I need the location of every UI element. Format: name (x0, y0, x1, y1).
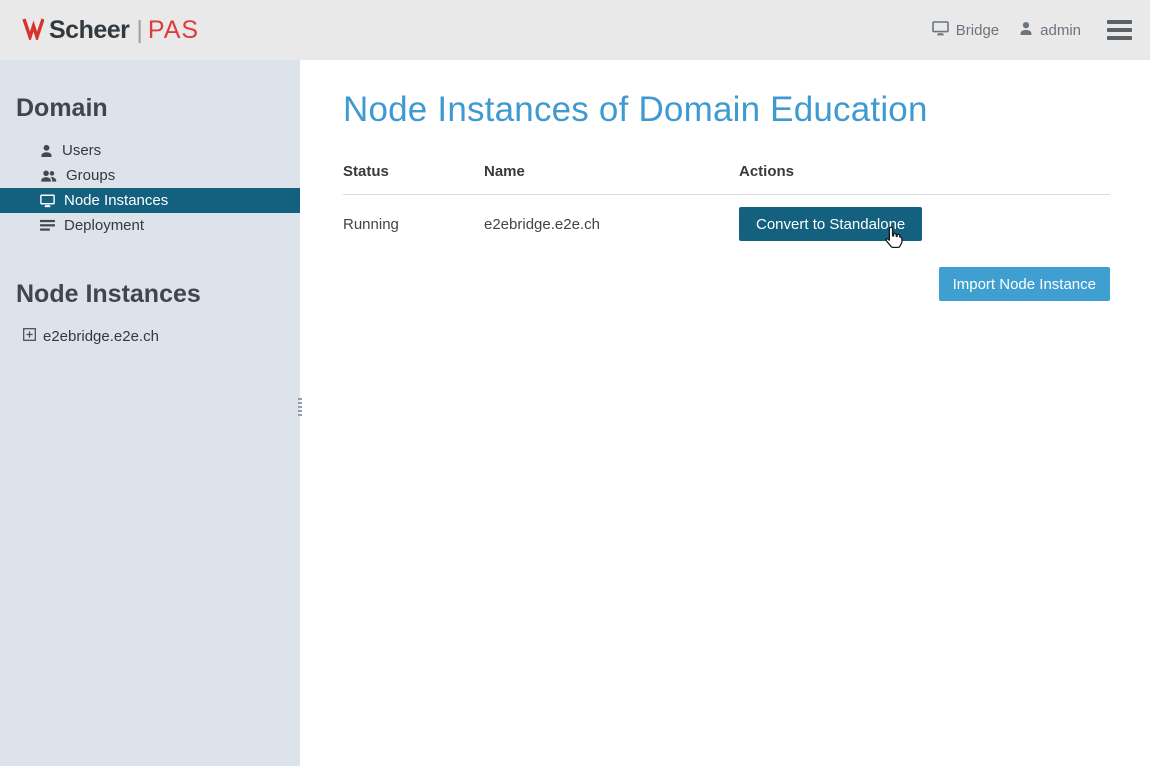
sidebar-item-label: Users (62, 142, 101, 159)
import-node-instance-button[interactable]: Import Node Instance (939, 267, 1110, 301)
status-cell: Running (343, 216, 484, 233)
sidebar-section-node-instances-title: Node Instances (16, 280, 300, 309)
menu-icon[interactable] (1107, 17, 1132, 43)
monitor-icon (932, 21, 949, 40)
body: Domain Users Groups (0, 60, 1150, 766)
monitor-icon (40, 194, 55, 208)
product-text: PAS (148, 16, 199, 45)
scheer-logo-icon (22, 16, 44, 45)
user-menu[interactable]: admin (1019, 21, 1081, 40)
sidebar: Domain Users Groups (0, 60, 300, 766)
sidebar-resize-handle[interactable] (298, 398, 302, 418)
bridge-link[interactable]: Bridge (932, 21, 999, 40)
name-cell: e2ebridge.e2e.ch (484, 216, 739, 233)
page-title: Node Instances of Domain Education (343, 90, 1110, 130)
tree-item-label: e2ebridge.e2e.ch (43, 328, 159, 345)
sidebar-section-domain-title: Domain (16, 94, 300, 123)
import-row: Import Node Instance (343, 267, 1110, 301)
column-header-actions: Actions (739, 163, 1110, 180)
convert-to-standalone-button[interactable]: Convert to Standalone (739, 207, 922, 241)
scheer-pas-logo[interactable]: Scheer | PAS (22, 16, 199, 45)
user-icon (40, 144, 53, 158)
tree-item-e2ebridge[interactable]: e2ebridge.e2e.ch (0, 324, 300, 348)
username-label: admin (1040, 22, 1081, 39)
table-row: Running e2ebridge.e2e.ch Convert to Stan… (343, 195, 1110, 241)
sidebar-item-users[interactable]: Users (0, 138, 300, 163)
sidebar-item-label: Groups (66, 167, 115, 184)
header-right: Bridge admin (932, 17, 1132, 43)
list-icon (40, 219, 55, 232)
table-header-row: Status Name Actions (343, 163, 1110, 195)
expand-plus-icon[interactable] (23, 328, 36, 345)
column-header-name: Name (484, 163, 739, 180)
logo-divider: | (136, 16, 143, 45)
top-header: Scheer | PAS Bridge a (0, 0, 1150, 60)
sidebar-item-label: Node Instances (64, 192, 168, 209)
brand-text: Scheer (49, 16, 129, 45)
sidebar-item-label: Deployment (64, 217, 144, 234)
sidebar-item-deployment[interactable]: Deployment (0, 213, 300, 238)
app-window: Scheer | PAS Bridge a (0, 0, 1150, 766)
main-content: Node Instances of Domain Education Statu… (300, 60, 1150, 766)
user-icon (1019, 21, 1033, 40)
column-header-status: Status (343, 163, 484, 180)
sidebar-item-node-instances[interactable]: Node Instances (0, 188, 300, 213)
bridge-label: Bridge (956, 22, 999, 39)
sidebar-item-groups[interactable]: Groups (0, 163, 300, 188)
users-icon (40, 169, 57, 183)
actions-cell: Convert to Standalone (739, 207, 1110, 241)
node-instances-table: Status Name Actions Running e2ebridge.e2… (343, 163, 1110, 241)
